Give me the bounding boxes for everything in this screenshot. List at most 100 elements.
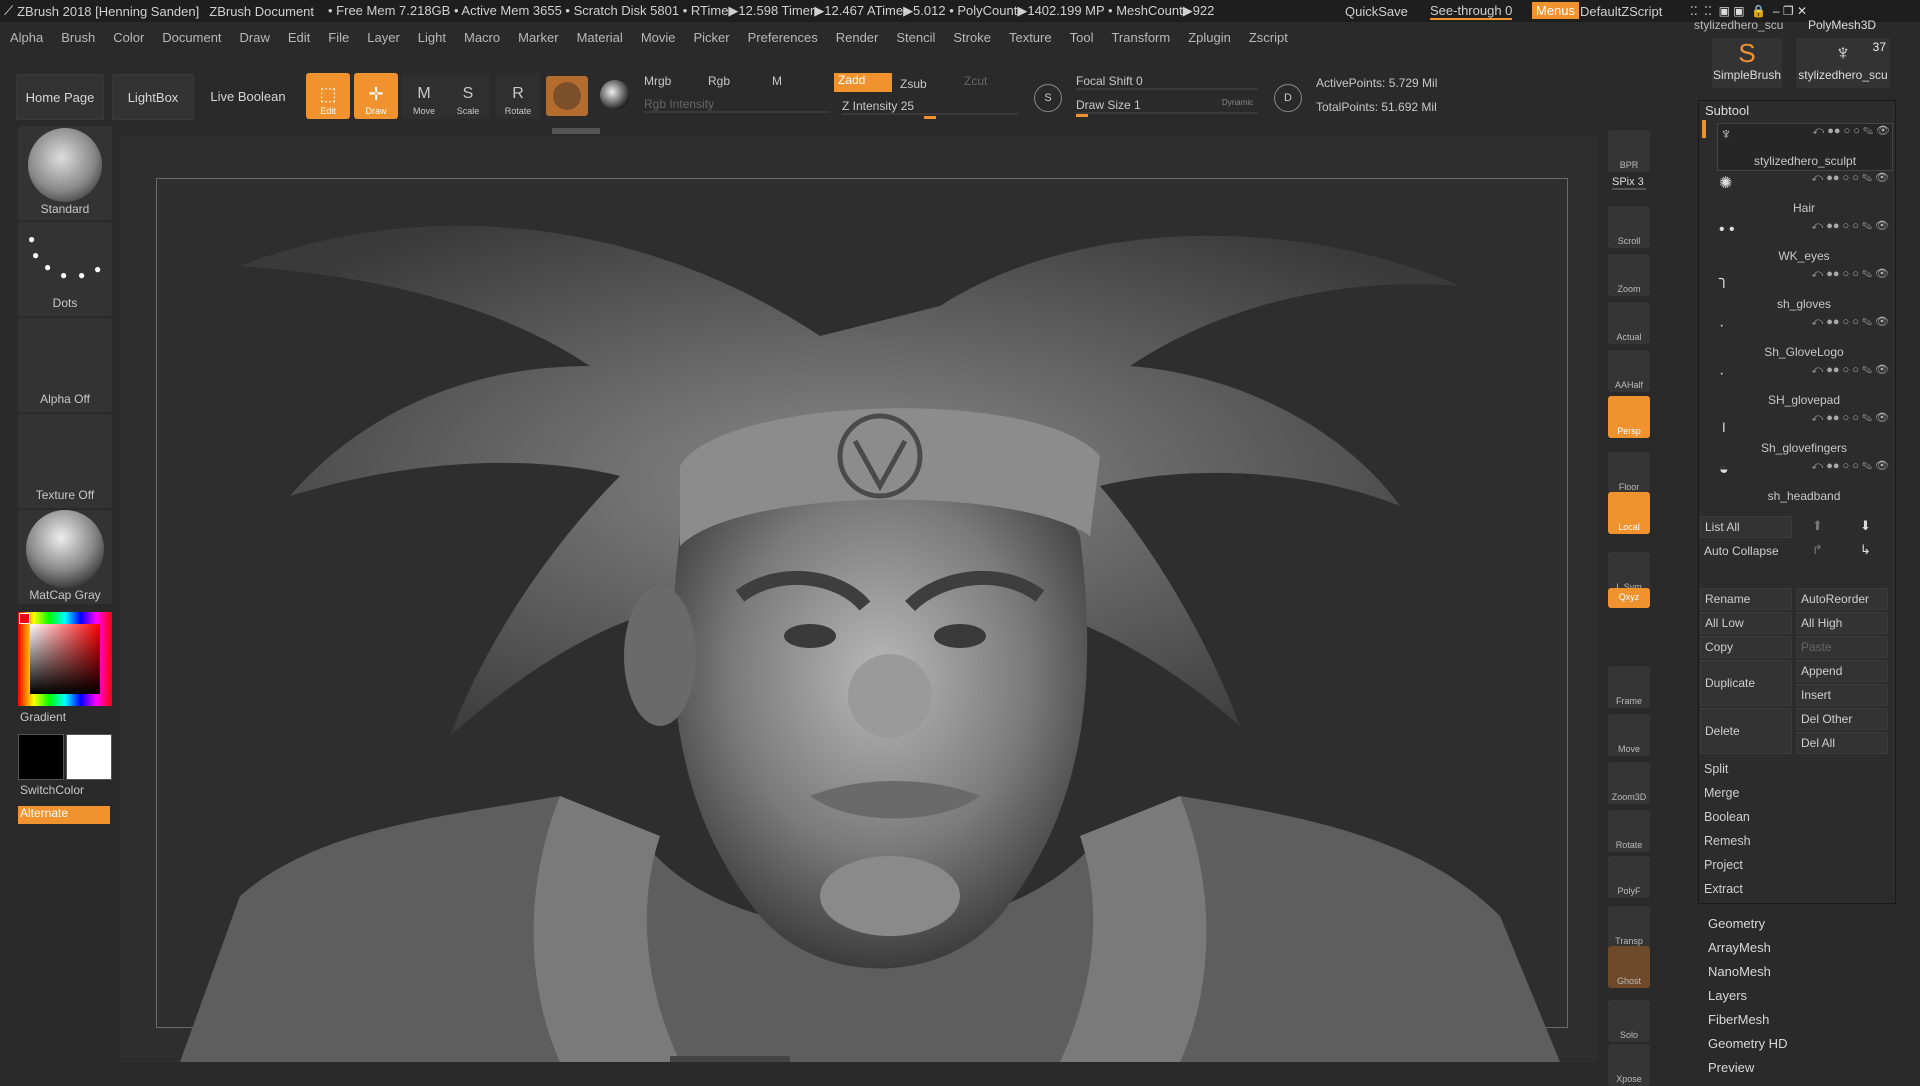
menu-macro[interactable]: Macro (464, 30, 500, 45)
color-picker[interactable] (18, 612, 112, 706)
material-picker[interactable]: MatCap Gray (18, 510, 112, 604)
project-section[interactable]: Project (1704, 858, 1743, 872)
menu-file[interactable]: File (328, 30, 349, 45)
frame-button[interactable]: Frame (1608, 666, 1650, 708)
paste-button[interactable]: Paste (1796, 636, 1888, 658)
sculpted-bust-model[interactable] (120, 136, 1598, 1062)
menu-alpha[interactable]: Alpha (10, 30, 43, 45)
menu-edit[interactable]: Edit (288, 30, 310, 45)
subtool-item[interactable]: ✺ ⤺ ●● ○ ○ ✎ 👁 Hair (1717, 171, 1891, 217)
dynamic-label[interactable]: Dynamic (1222, 98, 1253, 107)
stroke-picker[interactable]: ● ● ● ● ● ● Dots (18, 222, 112, 316)
menu-document[interactable]: Document (162, 30, 221, 45)
subtool-toggles-icon[interactable]: ⤺ ●● ○ ○ ✎ 👁 (1812, 124, 1890, 138)
menu-light[interactable]: Light (418, 30, 446, 45)
menu-brush[interactable]: Brush (61, 30, 95, 45)
gradient-label[interactable]: Gradient (20, 710, 66, 724)
tool-section-nanomesh[interactable]: NanoMesh (1708, 964, 1771, 979)
dynamic-icon[interactable]: D (1274, 84, 1302, 112)
move-up-icon[interactable]: ⬆ (1812, 518, 1823, 534)
menus-button[interactable]: Menus (1532, 2, 1580, 19)
scale-mode-button[interactable]: S Scale (446, 73, 490, 119)
arrow-return-icon[interactable]: ↱ (1812, 542, 1823, 558)
del-other-button[interactable]: Del Other (1796, 708, 1888, 730)
tool-section-layers[interactable]: Layers (1708, 988, 1747, 1003)
auto-collapse-button[interactable]: Auto Collapse (1700, 540, 1792, 562)
focal-shift-slider[interactable]: Focal Shift 0 (1076, 74, 1258, 90)
z-intensity-handle[interactable] (924, 116, 936, 119)
menu-texture[interactable]: Texture (1009, 30, 1052, 45)
alpha-picker[interactable]: Alpha Off (18, 318, 112, 412)
viewport-canvas[interactable] (120, 136, 1598, 1062)
zadd-button[interactable]: Zadd (834, 73, 892, 92)
menu-color[interactable]: Color (113, 30, 144, 45)
move-mode-button[interactable]: M Move (402, 73, 446, 119)
menu-preferences[interactable]: Preferences (748, 30, 818, 45)
menu-tool[interactable]: Tool (1070, 30, 1094, 45)
polyf-button[interactable]: PolyF (1608, 856, 1650, 898)
del-all-button[interactable]: Del All (1796, 732, 1888, 754)
quicksave-button[interactable]: QuickSave (1345, 4, 1408, 19)
menu-stencil[interactable]: Stencil (896, 30, 935, 45)
alternate-button[interactable]: Alternate (18, 806, 110, 824)
simplebrush-thumbnail[interactable]: S SimpleBrush (1712, 38, 1782, 88)
subtool-item[interactable]: ╷ ⤺ ●● ○ ○ ✎ 👁 Sh_glovefingers (1717, 411, 1891, 457)
menu-stroke[interactable]: Stroke (953, 30, 991, 45)
persp-button[interactable]: Persp (1608, 396, 1650, 438)
actual-button[interactable]: Actual (1608, 302, 1650, 344)
append-button[interactable]: Append (1796, 660, 1888, 682)
menu-material[interactable]: Material (577, 30, 623, 45)
mrgb-button[interactable]: Mrgb (644, 74, 671, 88)
duplicate-button[interactable]: Duplicate (1700, 660, 1792, 706)
arrow-down-right-icon[interactable]: ↳ (1860, 542, 1871, 558)
subtool-item[interactable]: · ⤺ ●● ○ ○ ✎ 👁 SH_glovepad (1717, 363, 1891, 409)
spix-label[interactable]: SPix 3 (1612, 176, 1646, 190)
subtool-toggles-icon[interactable]: ⤺ ●● ○ ○ ✎ 👁 (1811, 267, 1889, 281)
rename-button[interactable]: Rename (1700, 588, 1792, 610)
aahalf-button[interactable]: AAHalf (1608, 350, 1650, 392)
insert-button[interactable]: Insert (1796, 684, 1888, 706)
solo-button[interactable]: Solo (1608, 1000, 1650, 1042)
ghost-button[interactable]: Ghost (1608, 946, 1650, 988)
draw-mode-button[interactable]: ✛ Draw (354, 73, 398, 119)
xyz-button[interactable]: Qxyz (1608, 588, 1650, 608)
top-scrollbar[interactable] (552, 128, 600, 134)
all-high-button[interactable]: All High (1796, 612, 1888, 634)
subtool-toggles-icon[interactable]: ⤺ ●● ○ ○ ✎ 👁 (1811, 315, 1889, 329)
subtool-item[interactable]: • • ⤺ ●● ○ ○ ✎ 👁 WK_eyes (1717, 219, 1891, 265)
subtool-toggles-icon[interactable]: ⤺ ●● ○ ○ ✎ 👁 (1811, 363, 1889, 377)
m-button[interactable]: M (772, 74, 782, 88)
bpr-button[interactable]: BPR (1608, 130, 1650, 172)
zoom-button[interactable]: Zoom (1608, 254, 1650, 296)
rgb-button[interactable]: Rgb (708, 74, 730, 88)
lightbox-button[interactable]: LightBox (112, 74, 194, 120)
menu-layer[interactable]: Layer (367, 30, 400, 45)
subtool-item[interactable]: · ⤺ ●● ○ ○ ✎ 👁 Sh_GloveLogo (1717, 315, 1891, 361)
subtool-scrollbar[interactable] (1702, 120, 1706, 138)
extract-section[interactable]: Extract (1704, 882, 1743, 896)
primary-color-swatch[interactable] (18, 734, 64, 780)
menu-transform[interactable]: Transform (1111, 30, 1170, 45)
floor-button[interactable]: Floor (1608, 452, 1650, 494)
subtool-item[interactable]: ♆ ⤺ ●● ○ ○ ✎ 👁 stylizedhero_sculpt (1717, 123, 1893, 171)
secondary-color-swatch[interactable] (66, 734, 112, 780)
remesh-section[interactable]: Remesh (1704, 834, 1751, 848)
subtool-toggles-icon[interactable]: ⤺ ●● ○ ○ ✎ 👁 (1811, 219, 1889, 233)
move-down-icon[interactable]: ⬇ (1860, 518, 1871, 534)
live-boolean-button[interactable]: Live Boolean (206, 74, 290, 118)
window-icons[interactable]: ⁚⁚ ⁚⁚ ▣ ▣ 🔒 – ❐ ✕ (1690, 4, 1807, 18)
lazy-mouse-icon[interactable]: S (1034, 84, 1062, 112)
home-page-button[interactable]: Home Page (16, 74, 104, 120)
move-view-button[interactable]: Move (1608, 714, 1650, 756)
zcut-button[interactable]: Zcut (964, 74, 987, 88)
transp-button[interactable]: Transp (1608, 906, 1650, 948)
tool-section-fibermesh[interactable]: FiberMesh (1708, 1012, 1769, 1027)
switchcolor-button[interactable]: SwitchColor (20, 783, 84, 797)
autoreorder-button[interactable]: AutoReorder (1796, 588, 1888, 610)
stylizedhero-thumbnail[interactable]: ♆ stylizedhero_scu 37 (1796, 38, 1890, 88)
all-low-button[interactable]: All Low (1700, 612, 1792, 634)
menu-draw[interactable]: Draw (240, 30, 270, 45)
zoom3d-button[interactable]: Zoom3D (1608, 762, 1650, 804)
delete-button[interactable]: Delete (1700, 708, 1792, 754)
rotate-view-button[interactable]: Rotate (1608, 810, 1650, 852)
